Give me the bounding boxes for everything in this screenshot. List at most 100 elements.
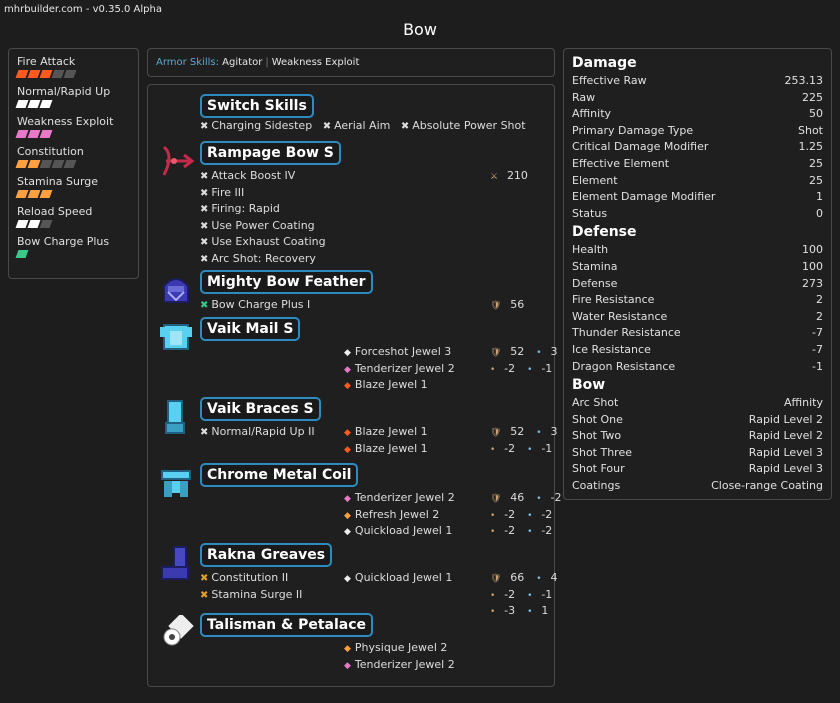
defense-stat-row: Fire Resistance 2 [572,292,823,309]
stat-value: 225 [802,90,823,104]
stat-label: Fire Resistance [572,293,655,307]
armor-skills-label: Armor Skills: [156,57,219,68]
armor-skills-bar: Armor Skills: Agitator | Weakness Exploit [147,48,555,77]
stat-value: 1.25 [798,140,824,154]
skill-pip [39,130,53,138]
stat-value: • -1 [527,362,558,375]
stat-label: Defense [572,276,618,290]
stat-row: • -2 • -1 [490,361,569,378]
jewel-row: ◆ Quickload Jewel 1 [344,523,455,540]
stat-value: 🛡 52 [490,345,530,358]
stat-label: Element [572,173,618,187]
skill-level-pips [15,250,130,258]
stat-value: • -2 [490,442,521,455]
separator: | [265,57,269,68]
jewel-name: Quickload Jewel 1 [354,571,453,584]
stat-label: Shot Two [572,429,622,443]
jewel-name: Forceshot Jewel 3 [354,345,452,358]
equipment-stats: 🛡 46 • -2 • -2 • -2 • -2 • -2 [490,490,573,540]
switch-skill-item: Aerial Aim [334,119,391,132]
equipment-skills-list: ✖ Normal/Rapid Up II [200,424,315,441]
skill-summary-item: Weakness Exploit [15,115,130,138]
defense-icon: 🛡 [490,574,505,584]
switch-skills-button[interactable]: Switch Skills [200,94,314,118]
equipment-skill-row: ✖ Fire III [200,185,326,202]
stat-label: Health [572,243,609,257]
dragon-res-icon: • [527,607,536,618]
stat-row: • -2 • -1 [490,441,569,458]
damage-stat-row: Element 25 [572,173,823,190]
stat-label: Critical Damage Modifier [572,140,709,154]
arm-armor-icon [158,399,194,435]
jewel-name: Quickload Jewel 1 [354,524,453,538]
equipment-name-button[interactable]: Rakna Greaves [200,543,333,567]
gem-icon: ◆ [344,428,351,438]
skill-pip [27,130,41,138]
skill-summary-item: Normal/Rapid Up [15,85,130,108]
stat-value: 🛡 56 [490,298,530,311]
skill-icon: ✖ [200,573,209,584]
stat-label: Raw [572,90,596,104]
equipment-skills-list: ✖ Constitution II ✖ Stamina Surge II [200,570,302,603]
jewel-row: ◆ Blaze Jewel 1 [344,377,455,394]
stat-value: 273 [802,276,823,290]
skill-summary-item: Constitution [15,145,130,168]
jewel-row: ◆ Tenderizer Jewel 2 [344,657,455,674]
skill-name: Stamina Surge II [211,587,303,601]
jewel-name: Blaze Jewel 1 [354,425,428,438]
skill-pip [15,130,29,138]
skill-name: Fire Attack [17,55,76,68]
jewel-list: ◆ Physique Jewel 2 ◆ Tenderizer Jewel 2 [344,640,455,673]
jewel-row: ◆ Forceshot Jewel 3 [344,344,455,361]
jewel-name: Refresh Jewel 2 [354,507,440,521]
gem-icon: ◆ [344,381,351,392]
equipment-name-button[interactable]: Vaik Mail S [200,317,301,341]
stat-number: -2 [541,524,553,538]
thunder-res-icon: • [527,364,536,375]
damage-stat-row: Affinity 50 [572,106,823,123]
stat-value: • -2 [490,588,521,601]
stat-label: Arc Shot [572,396,619,410]
switch-skill-item: Charging Sidestep [211,119,313,132]
equipment-name-button[interactable]: Rampage Bow S [200,141,341,165]
stat-value: • -3 [490,604,521,617]
skill-icon: ✖ [322,121,332,132]
equipment-name-button[interactable]: Mighty Bow Feather [200,270,373,294]
equipment-name-button[interactable]: Talisman & Petalace [200,613,374,637]
skill-name: Use Exhaust Coating [211,235,326,249]
equipment-name-button[interactable]: Vaik Braces S [200,397,321,421]
stat-value: Rapid Level 3 [748,462,823,476]
defense-stat-row: Dragon Resistance -1 [572,359,823,376]
stat-number: -2 [504,587,516,601]
skill-name: Reload Speed [17,205,93,218]
stat-row: • -2 • -2 [490,523,573,540]
stat-value: ⚔ 210 [490,169,534,182]
skill-name: Arc Shot: Recovery [211,251,316,265]
defense-icon: 🛡 [490,301,505,311]
stat-value: • -2 [490,362,521,375]
defense-stat-row: Defense 273 [572,276,823,293]
stat-value: • -2 [527,508,558,521]
equipment-skill-row: ✖ Arc Shot: Recovery [200,251,326,268]
armor-skill-weakness-exploit: Weakness Exploit [271,57,360,68]
skill-level-pips [15,100,130,108]
stat-label: Status [572,206,608,220]
skill-pip [27,190,41,198]
helmet-icon [158,272,194,308]
gem-icon: ◆ [344,527,351,538]
stat-label: Shot Three [572,445,633,459]
stat-number: -2 [550,491,562,504]
stat-label: Water Resistance [572,309,668,323]
stat-row: ⚔ 210 [490,168,540,185]
stat-value: • 4 [536,571,563,584]
equipment-skill-row: ✖ Constitution II [200,570,302,587]
fire-res-icon: • [536,428,545,438]
bow-stat-row: Shot Three Rapid Level 3 [572,445,823,462]
stat-value: • -2 [490,508,521,521]
stat-value: • -1 [527,588,558,601]
equipment-name-button[interactable]: Chrome Metal Coil [200,463,359,487]
defense-heading: Defense [572,224,637,241]
bow-heading: Bow [572,377,606,394]
stat-number: 46 [510,491,525,504]
stat-row: 🛡 46 • -2 [490,490,573,507]
